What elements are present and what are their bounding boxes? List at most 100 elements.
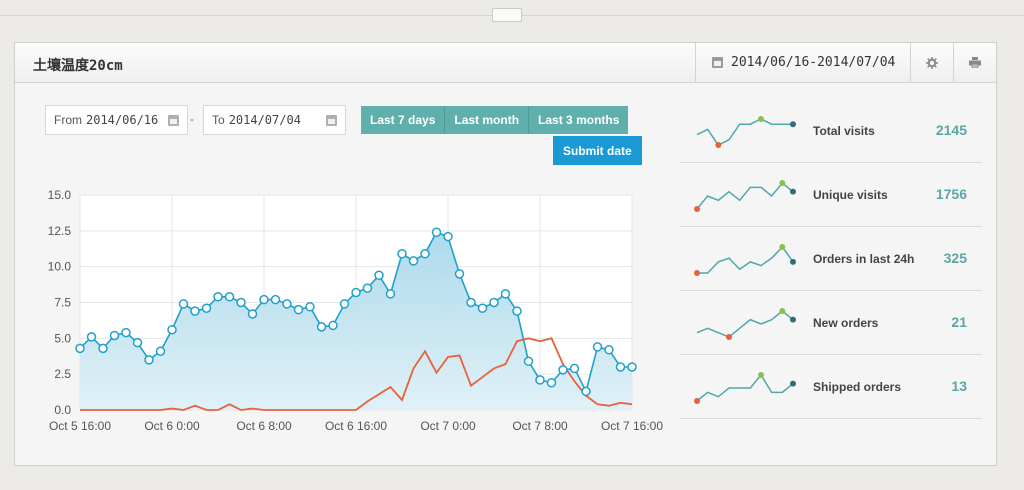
- stat-value: 1756: [935, 186, 967, 202]
- y-tick-label: 12.5: [48, 224, 72, 238]
- header-date-range[interactable]: 2014/06/16-2014/07/04: [695, 43, 910, 82]
- data-point: [224, 292, 235, 302]
- sparkline: [694, 180, 796, 212]
- data-point: [144, 355, 154, 365]
- sparkline-last-dot: [790, 188, 796, 195]
- data-point: [98, 343, 108, 354]
- sparkline-max-dot: [779, 308, 786, 314]
- print-icon: [969, 57, 981, 68]
- sparkline-min-dot: [715, 142, 722, 148]
- data-point: [167, 324, 177, 335]
- data-point: [316, 322, 327, 332]
- data-point: [259, 294, 269, 305]
- data-point: [523, 356, 534, 367]
- data-point: [247, 309, 258, 319]
- data-point: [569, 363, 580, 374]
- data-point: [282, 299, 292, 309]
- x-tick-label: Oct 5 16:00: [49, 419, 111, 433]
- y-tick-label: 0.0: [54, 403, 71, 417]
- sparkline-min-dot: [694, 398, 700, 404]
- data-point: [627, 362, 637, 372]
- gear-icon: [926, 56, 938, 69]
- data-point: [431, 227, 442, 238]
- stat-value: 2145: [935, 122, 967, 138]
- data-point: [75, 343, 85, 354]
- data-point: [512, 306, 522, 316]
- stat-value: 21: [951, 314, 967, 330]
- data-point: [535, 375, 545, 385]
- data-point: [558, 365, 568, 375]
- sparkline-last-dot: [790, 258, 796, 265]
- stat-label: Total visits: [813, 124, 875, 138]
- x-tick-label: Oct 6 16:00: [325, 419, 387, 433]
- settings-button[interactable]: [910, 43, 953, 82]
- data-point: [477, 303, 488, 313]
- sparkline-min-dot: [726, 334, 732, 340]
- stat-row: Shipped orders 13: [680, 355, 982, 419]
- x-tick-label: Oct 7 8:00: [512, 419, 568, 433]
- data-point: [86, 332, 97, 342]
- data-point: [408, 256, 419, 266]
- sparkline-min-dot: [694, 270, 700, 276]
- data-point: [328, 320, 338, 331]
- stat-row: New orders 21: [680, 291, 982, 355]
- data-point: [420, 249, 430, 259]
- header-date-range-text: 2014/06/16-2014/07/04: [731, 55, 896, 70]
- data-point: [581, 386, 591, 397]
- stat-label: Orders in last 24h: [813, 252, 915, 266]
- stat-row: Total visits 2145: [680, 99, 982, 163]
- data-point: [592, 342, 603, 352]
- x-tick-label: Oct 7 0:00: [420, 419, 476, 433]
- print-button[interactable]: [953, 43, 996, 82]
- x-tick-label: Oct 6 0:00: [144, 419, 200, 433]
- stat-row: Orders in last 24h 325: [680, 227, 982, 291]
- data-point: [305, 302, 315, 312]
- sparkline-max-dot: [779, 244, 786, 250]
- data-point: [489, 297, 499, 308]
- data-point: [454, 269, 465, 279]
- sparkline-min-dot: [694, 206, 700, 212]
- stat-label: Shipped orders: [813, 380, 902, 394]
- sparkline-max-dot: [779, 180, 786, 186]
- data-point: [443, 231, 453, 242]
- sparkline-last-dot: [790, 121, 796, 128]
- data-point: [546, 378, 557, 388]
- sparkline: [694, 372, 796, 404]
- collapse-handle[interactable]: [492, 8, 522, 22]
- stat-label: New orders: [813, 316, 879, 330]
- sparkline-last-dot: [790, 316, 796, 323]
- data-point: [190, 306, 200, 316]
- data-point: [374, 270, 384, 281]
- data-point: [270, 294, 281, 305]
- y-tick-label: 5.0: [54, 331, 71, 345]
- widget-panel: 土壤温度20cm 2014/06/16-2014/07/04 From 2014…: [14, 42, 997, 466]
- y-tick-label: 10.0: [48, 260, 72, 274]
- data-point: [121, 327, 131, 338]
- y-tick-label: 15.0: [48, 188, 72, 202]
- stat-value: 13: [951, 378, 967, 394]
- data-point: [362, 283, 373, 293]
- data-point: [109, 330, 120, 341]
- x-tick-label: Oct 6 8:00: [236, 419, 292, 433]
- data-point: [466, 297, 476, 308]
- data-point: [385, 289, 396, 299]
- data-point: [339, 299, 350, 309]
- sparkline-path: [696, 181, 794, 210]
- sparkline-path: [696, 310, 794, 338]
- data-point: [132, 337, 143, 348]
- sparkline-path: [696, 118, 793, 146]
- sparkline-last-dot: [790, 380, 796, 387]
- sparkline-path: [696, 373, 794, 402]
- data-point: [604, 345, 614, 355]
- sparkline: [696, 308, 796, 340]
- stat-row: Unique visits 1756: [680, 163, 982, 227]
- data-point: [155, 346, 166, 356]
- sparkline: [696, 116, 796, 148]
- data-point: [500, 289, 511, 299]
- sparkline-max-dot: [758, 372, 764, 378]
- y-tick-label: 2.5: [54, 367, 71, 381]
- data-point: [178, 299, 189, 309]
- data-point: [397, 249, 407, 259]
- stat-label: Unique visits: [813, 188, 888, 202]
- stat-value: 325: [943, 250, 967, 266]
